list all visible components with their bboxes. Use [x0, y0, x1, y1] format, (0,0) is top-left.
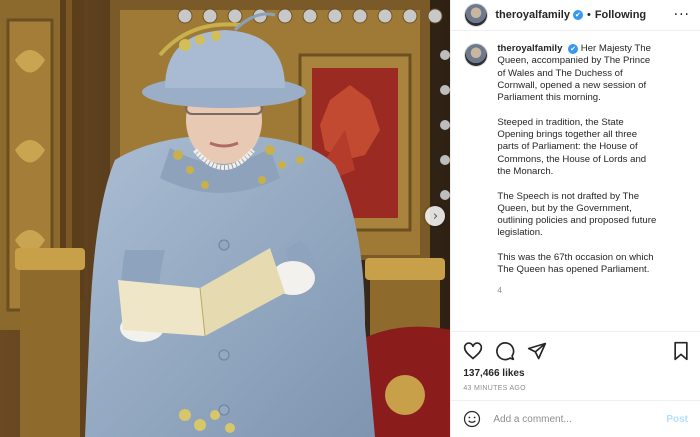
avatar[interactable]: [465, 4, 488, 26]
caption-paragraph-2: Steeped in tradition, the State Opening …: [497, 116, 647, 177]
post-photo[interactable]: ›: [0, 0, 451, 437]
caption-paragraph-3: The Speech is not drafted by The Queen, …: [497, 190, 657, 239]
action-bar: [451, 331, 700, 370]
bookmark-icon[interactable]: [672, 341, 690, 361]
more-options-icon[interactable]: ···: [674, 7, 690, 23]
like-count[interactable]: 137,466 likes: [451, 368, 700, 379]
header-username[interactable]: theroyalfamily: [495, 9, 570, 21]
comment-icon[interactable]: [495, 341, 515, 361]
comment-input[interactable]: [491, 412, 667, 426]
instagram-post: › theroyalfamily ✔ • Following ··· thero…: [0, 0, 700, 437]
smiley-icon[interactable]: [463, 410, 481, 428]
following-button[interactable]: Following: [595, 9, 646, 21]
chevron-right-icon: ›: [432, 208, 439, 224]
post-sidebar: theroyalfamily ✔ • Following ··· theroya…: [450, 0, 700, 437]
verified-icon: ✔: [568, 44, 579, 55]
caption-time: 4: [497, 285, 502, 295]
comment-box: Post: [451, 400, 700, 437]
timestamp[interactable]: 43 MINUTES AGO: [451, 379, 700, 392]
share-icon[interactable]: [527, 341, 547, 361]
caption-text: theroyalfamily ✔ Her Majesty The Queen, …: [497, 43, 657, 331]
separator-dot: •: [586, 9, 591, 21]
next-photo-button[interactable]: ›: [425, 206, 445, 226]
caption-area: theroyalfamily ✔ Her Majesty The Queen, …: [451, 31, 700, 331]
caption-avatar[interactable]: [465, 44, 488, 66]
caption-username[interactable]: theroyalfamily: [497, 43, 562, 54]
post-comment-button[interactable]: Post: [666, 414, 688, 425]
photo-queen-throne: [0, 0, 451, 437]
caption-paragraph-4: This was the 67th occasion on which The …: [497, 252, 654, 276]
post-header: theroyalfamily ✔ • Following ···: [451, 0, 700, 31]
heart-icon[interactable]: [463, 341, 483, 361]
verified-icon: ✔: [572, 10, 583, 20]
